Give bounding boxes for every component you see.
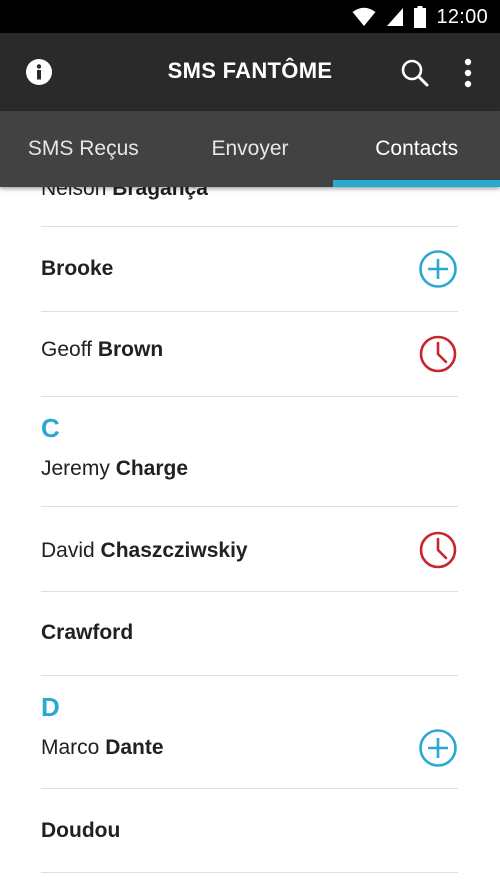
status-bar: 12:00 (0, 0, 500, 33)
contact-name: Doudou (41, 819, 120, 843)
contact-row[interactable]: Geoff Brown (41, 312, 458, 397)
wifi-icon (352, 7, 376, 26)
contact-name: Crawford (41, 621, 133, 645)
tab-contacts[interactable]: Contacts (333, 111, 500, 187)
signal-icon (387, 8, 404, 26)
tab-label: Contacts (375, 137, 459, 160)
contact-list[interactable]: Nelson Bragança Brooke Geoff Brown C Jer… (0, 187, 500, 889)
clock-icon[interactable] (418, 334, 458, 374)
contact-last-name: Chaszcziwskiy (100, 539, 248, 562)
contact-name: Jeremy Charge (41, 457, 188, 481)
contact-last-name: Bragança (112, 187, 208, 200)
add-icon[interactable] (418, 728, 458, 768)
contact-row[interactable]: C Jeremy Charge (41, 397, 458, 507)
info-icon[interactable] (26, 59, 52, 85)
contact-last-name: Crawford (41, 621, 134, 644)
section-letter: D (41, 692, 60, 722)
contact-last-name: Charge (115, 457, 189, 480)
contact-last-name: Brown (97, 338, 164, 361)
contact-row[interactable]: David Chaszcziwskiy (41, 507, 458, 592)
contact-row[interactable]: Crawford (41, 592, 458, 676)
contact-name: David Chaszcziwskiy (41, 539, 248, 563)
contact-name: Brooke (41, 257, 113, 281)
add-icon[interactable] (418, 249, 458, 289)
tab-label: SMS Reçus (27, 137, 139, 160)
more-vert-icon[interactable] (458, 57, 478, 89)
battery-icon (414, 6, 427, 28)
tab-envoyer[interactable]: Envoyer (167, 111, 334, 187)
section-letter: C (41, 413, 60, 443)
tab-sms-recus[interactable]: SMS Reçus (0, 111, 167, 187)
contact-name: Nelson Bragança (41, 187, 208, 201)
contact-first-name: Marco (41, 736, 106, 759)
status-time: 12:00 (436, 5, 488, 28)
tab-bar: SMS Reçus Envoyer Contacts (0, 111, 500, 187)
contact-first-name: Geoff (41, 338, 98, 361)
contact-first-name: Nelson (41, 187, 113, 200)
search-icon[interactable] (399, 57, 431, 89)
app-bar: SMS FANTÔME (0, 33, 500, 111)
contact-name: Geoff Brown (41, 338, 163, 362)
contact-first-name: Jeremy (41, 457, 116, 480)
contact-row[interactable]: D Marco Dante (41, 676, 458, 789)
clock-icon[interactable] (418, 530, 458, 570)
contact-last-name: Doudou (41, 819, 121, 842)
contact-last-name: Brooke (41, 257, 114, 280)
contact-last-name: Dante (105, 736, 164, 759)
tab-label: Envoyer (211, 137, 289, 160)
contact-row[interactable]: Nelson Bragança (41, 187, 458, 227)
contact-row[interactable]: Brooke (41, 227, 458, 312)
contact-name: Marco Dante (41, 736, 164, 760)
contact-row[interactable]: Doudou (41, 789, 458, 873)
contact-first-name: David (41, 539, 101, 562)
